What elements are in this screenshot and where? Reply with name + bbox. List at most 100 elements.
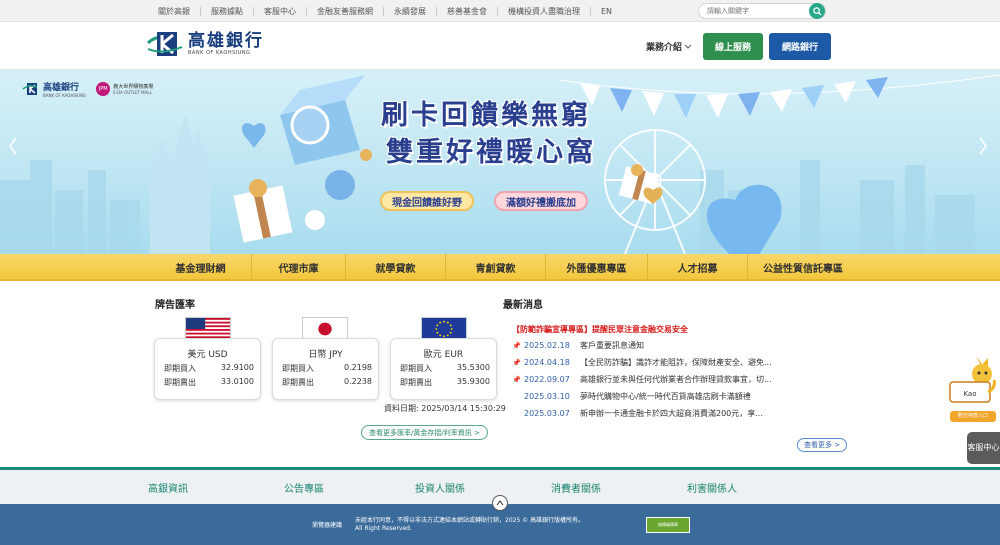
news-date: 2025.03.07 <box>524 409 570 418</box>
topnav-english[interactable]: EN <box>591 7 622 16</box>
search-icon <box>812 6 822 16</box>
banner-pill-gift: 滿額好禮搬底加 <box>494 191 588 211</box>
footlink-investor[interactable]: 投資人關係 <box>372 470 508 504</box>
news-date: 2025.02.18 <box>524 341 570 350</box>
more-rates-link[interactable]: 查看更多匯率/黃金存摺/利率資訊 > <box>361 425 488 440</box>
news-title: 最新消息 <box>503 300 543 311</box>
mascot-label[interactable]: 數位存款入口 <box>950 411 996 422</box>
bank-logo[interactable]: 高雄銀行 BANK OF KAOHSIUNG <box>146 29 264 59</box>
news-text: 客戶重要訊息通知 <box>580 341 644 350</box>
news-fraud-alert-link[interactable]: 【防範詐騙宣導專區】提醒民眾注意金融交易安全 <box>512 324 688 335</box>
news-text: 新申辦一卡通金融卡於四大超商消費滿200元，享... <box>580 409 763 418</box>
rate-sell-label: 即期賣出 <box>400 378 432 387</box>
search-input[interactable] <box>699 4 804 18</box>
news-text: 高雄銀行並未與任何代辦業者合作辦理貸款事宜，切... <box>580 375 772 384</box>
topnav-foundation[interactable]: 慈善基金會 <box>437 6 498 16</box>
pin-icon: 📌 <box>512 341 521 350</box>
topnav-branches[interactable]: 服務據點 <box>201 6 254 16</box>
logo-chinese-name: 高雄銀行 <box>188 31 264 51</box>
news-item[interactable]: 📌 2025.02.18 客戶重要訊息通知 <box>512 340 802 351</box>
banner-pill-cashback: 現金回饋誰好野 <box>380 191 474 211</box>
rate-currency: 美元 USD <box>187 350 228 360</box>
news-more-link[interactable]: 查看更多 > <box>797 438 848 452</box>
topnav-about[interactable]: 關於高銀 <box>148 6 201 16</box>
mainnav-fund[interactable]: 基金理財網 <box>150 254 252 281</box>
search-box <box>698 3 826 19</box>
mainnav-treasury[interactable]: 代理市庫 <box>252 254 346 281</box>
rate-sell-value: 35.9300 <box>456 377 490 386</box>
banner-partner-logo: JPM 義大世界購物廣場 E-DA OUTLET MALL <box>96 82 153 96</box>
partner-name: 義大世界購物廣場 <box>113 83 154 90</box>
rate-card-eur[interactable]: 歐元 EUR 即期買入 35.5300 即期賣出 35.9300 <box>390 338 497 400</box>
mainnav-forex[interactable]: 外匯優惠專區 <box>546 254 648 281</box>
browser-suggestion-link[interactable]: 瀏覽器建議 <box>312 520 342 529</box>
footlink-info[interactable]: 高銀資訊 <box>100 470 236 504</box>
mainnav-charity-trust[interactable]: 公益性質信託專區 <box>748 254 858 281</box>
news-text: 【全民防詐騙】識詐才能阻詐，保障財產安全、避免... <box>580 358 772 367</box>
bank-logo-icon <box>146 32 183 56</box>
pin-icon: 📌 <box>512 358 521 367</box>
topnav-sustainability[interactable]: 永續發展 <box>384 6 437 16</box>
banner-headline-2: 雙重好禮暖心窩 <box>386 137 596 168</box>
copyright-line-1: 未經本行同意，不得以非法方式連結本網站或轉貼行銷，2025 © 高雄銀行版權所有… <box>355 517 585 524</box>
rate-buy-label: 即期買入 <box>282 364 314 373</box>
rate-buy-value: 0.2198 <box>344 363 372 372</box>
footlink-stakeholder[interactable]: 利害關係人 <box>644 470 780 504</box>
news-date: 2024.04.18 <box>524 358 570 367</box>
footlink-consumer[interactable]: 消費者關係 <box>508 470 644 504</box>
topnav-financial-friendly[interactable]: 金融友善服務網 <box>307 6 384 16</box>
dog-mascot-icon: Kao <box>949 356 996 403</box>
rate-card-jpy[interactable]: 日幣 JPY 即期買入 0.2198 即期賣出 0.2238 <box>272 338 379 400</box>
customer-service-button[interactable]: 客服中心 <box>967 432 1000 464</box>
rate-data-date: 資料日期: 2025/03/14 15:30:29 <box>384 404 506 413</box>
chevron-down-icon <box>684 44 692 49</box>
rate-buy-label: 即期買入 <box>164 364 196 373</box>
accessibility-badge[interactable]: 無障礙標章 <box>646 517 690 533</box>
news-item[interactable]: 📌 2024.04.18 【全民防詐騙】識詐才能阻詐，保障財產安全、避免... <box>512 357 802 368</box>
rate-card-usd[interactable]: 美元 USD 即期買入 32.9100 即期賣出 33.0100 <box>154 338 261 400</box>
rate-sell-label: 即期賣出 <box>164 378 196 387</box>
copyright: 未經本行同意，不得以非法方式連結本網站或轉貼行銷，2025 © 高雄銀行版權所有… <box>355 517 584 533</box>
mainnav-careers[interactable]: 人才招募 <box>648 254 748 281</box>
partner-sub: E-DA OUTLET MALL <box>113 89 152 95</box>
business-intro-menu[interactable]: 業務介紹 <box>646 40 692 53</box>
main-nav-bar: 基金理財網 代理市庫 就學貸款 青創貸款 外匯優惠專區 人才招募 公益性質信託專… <box>0 254 1000 281</box>
net-bank-button[interactable]: 網路銀行 <box>769 33 831 60</box>
partner-badge: JPM <box>96 82 111 96</box>
news-item[interactable]: 📌 2022.09.07 高雄銀行並未與任何代辦業者合作辦理貸款事宜，切... <box>512 374 802 385</box>
business-intro-label: 業務介紹 <box>646 43 683 53</box>
banner-next-arrow-icon[interactable] <box>978 136 988 162</box>
news-date: 2022.09.07 <box>524 375 570 384</box>
topnav-service-center[interactable]: 客服中心 <box>254 6 307 16</box>
banner-bank-name: 高雄銀行 <box>43 83 80 93</box>
rate-sell-value: 0.2238 <box>344 377 372 386</box>
rates-title: 牌告匯率 <box>155 300 195 311</box>
mainnav-startup-loan[interactable]: 青創貸款 <box>446 254 546 281</box>
rate-buy-label: 即期買入 <box>400 364 432 373</box>
top-nav: 關於高銀 服務據點 客服中心 金融友善服務網 永續發展 慈善基金會 機構投資人盡… <box>148 0 622 22</box>
site-header: 高雄銀行 BANK OF KAOHSIUNG 業務介紹 線上服務 網路銀行 <box>0 22 1000 70</box>
rate-sell-value: 33.0100 <box>220 377 254 386</box>
copyright-line-2: All Right Reserved. <box>355 525 412 532</box>
online-service-button[interactable]: 線上服務 <box>703 33 763 60</box>
banner-bank-en: BANK OF KAOHSIUNG <box>43 93 87 98</box>
scroll-up-button[interactable] <box>492 495 508 511</box>
footlink-announcements[interactable]: 公告專區 <box>236 470 372 504</box>
banner-logos: 高雄銀行 BANK OF KAOHSIUNG JPM 義大世界購物廣場 E-DA… <box>22 80 153 98</box>
topnav-stewardship[interactable]: 機構投資人盡職治理 <box>498 6 591 16</box>
news-item[interactable]: 2025.03.10 夢時代購物中心/統一時代百貨高雄店刷卡滿額禮 <box>512 391 802 402</box>
news-text: 夢時代購物中心/統一時代百貨高雄店刷卡滿額禮 <box>580 392 751 401</box>
rate-buy-value: 32.9100 <box>220 363 254 372</box>
banner-bank-logo: 高雄銀行 BANK OF KAOHSIUNG <box>22 80 86 98</box>
mascot-name: Kao <box>963 390 976 398</box>
news-item[interactable]: 2025.03.07 新申辦一卡通金融卡於四大超商消費滿200元，享... <box>512 408 802 419</box>
news-date: 2025.03.10 <box>524 392 570 401</box>
mainnav-student-loan[interactable]: 就學貸款 <box>346 254 446 281</box>
search-button[interactable] <box>809 3 825 19</box>
promo-banner[interactable]: 高雄銀行 BANK OF KAOHSIUNG JPM 義大世界購物廣場 E-DA… <box>0 70 1000 254</box>
bank-logo-small-icon <box>22 83 38 95</box>
banner-prev-arrow-icon[interactable] <box>8 136 18 162</box>
rate-sell-label: 即期賣出 <box>282 378 314 387</box>
pin-icon: 📌 <box>512 375 521 384</box>
rate-currency: 日幣 JPY <box>308 350 343 360</box>
